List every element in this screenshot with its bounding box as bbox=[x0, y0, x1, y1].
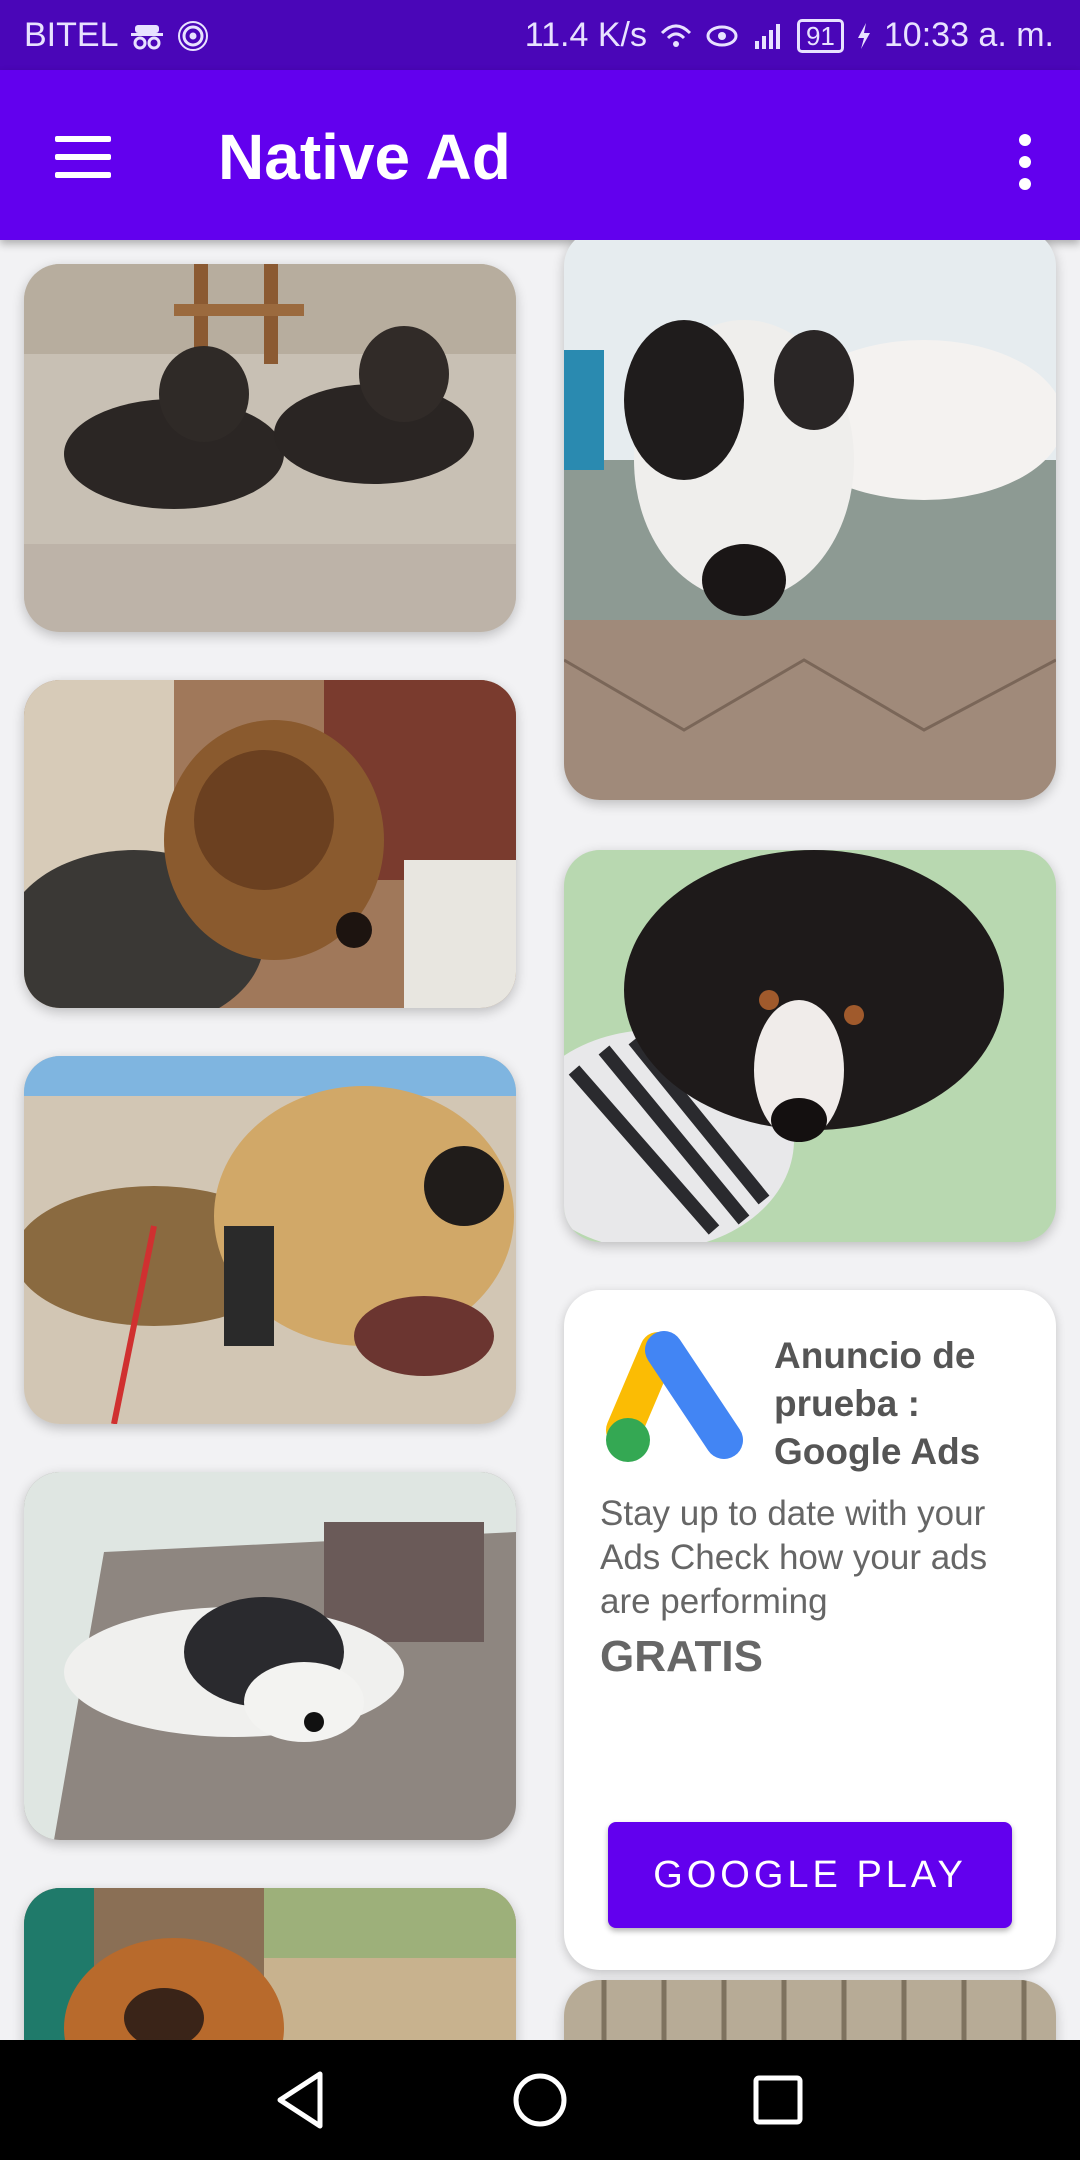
photo-fence-dog bbox=[564, 1980, 1056, 2040]
wifi-icon bbox=[660, 24, 692, 47]
charging-icon bbox=[857, 22, 870, 49]
ad-cta-button[interactable]: GOOGLE PLAY bbox=[608, 1822, 1012, 1928]
photo-card-fence-dog[interactable] bbox=[564, 1980, 1056, 2040]
clock: 10:33 a. m. bbox=[883, 16, 1054, 54]
photo-husky bbox=[24, 1472, 516, 1840]
app-title: Native Ad bbox=[218, 121, 511, 193]
photo-beach-hound bbox=[24, 1056, 516, 1424]
more-vert-icon[interactable] bbox=[992, 128, 1060, 196]
photo-card-spotted-dog[interactable] bbox=[564, 240, 1056, 800]
photo-pekingese bbox=[24, 1888, 516, 2040]
signal-icon bbox=[754, 23, 780, 49]
photo-card-bernese[interactable] bbox=[564, 850, 1056, 1242]
hamburger-menu-icon[interactable] bbox=[40, 128, 120, 188]
hotspot-icon bbox=[178, 20, 209, 51]
home-circle-icon[interactable] bbox=[500, 2064, 580, 2136]
photo-card-pekingese[interactable] bbox=[24, 1888, 516, 2040]
photo-airedale bbox=[24, 680, 516, 1008]
photo-bernese bbox=[564, 850, 1056, 1242]
photo-card-beach-hound[interactable] bbox=[24, 1056, 516, 1424]
google-ads-logo-icon bbox=[606, 1331, 743, 1462]
app-bar: Native Ad bbox=[0, 70, 1080, 240]
ad-headline: Anuncio de prueba : Google Ads bbox=[774, 1335, 981, 1472]
system-nav-bar bbox=[0, 2040, 1080, 2160]
ad-price: GRATIS bbox=[600, 1632, 763, 1681]
ad-body-text: Stay up to date with your Ads Check how … bbox=[600, 1494, 988, 1621]
photo-spotted-dog bbox=[564, 240, 1056, 800]
incognito-icon bbox=[131, 24, 164, 49]
photo-schnauzers bbox=[24, 264, 516, 632]
status-bar: BITEL 11.4 K/s 91 10:33 a. m. bbox=[0, 0, 1080, 70]
network-speed: 11.4 K/s bbox=[524, 16, 647, 54]
native-ad-card[interactable]: Anuncio de prueba : Google Ads Stay up t… bbox=[564, 1290, 1056, 1970]
back-triangle-icon[interactable] bbox=[262, 2064, 342, 2136]
eye-icon bbox=[706, 25, 738, 46]
battery-indicator: 91 bbox=[796, 18, 844, 53]
recents-square-icon[interactable] bbox=[738, 2064, 818, 2136]
carrier-label: BITEL bbox=[24, 16, 119, 54]
photo-card-schnauzers[interactable] bbox=[24, 264, 516, 632]
staggered-photo-grid[interactable]: Anuncio de prueba : Google Ads Stay up t… bbox=[0, 240, 1080, 2040]
photo-card-husky[interactable] bbox=[24, 1472, 516, 1840]
photo-card-airedale[interactable] bbox=[24, 680, 516, 1008]
